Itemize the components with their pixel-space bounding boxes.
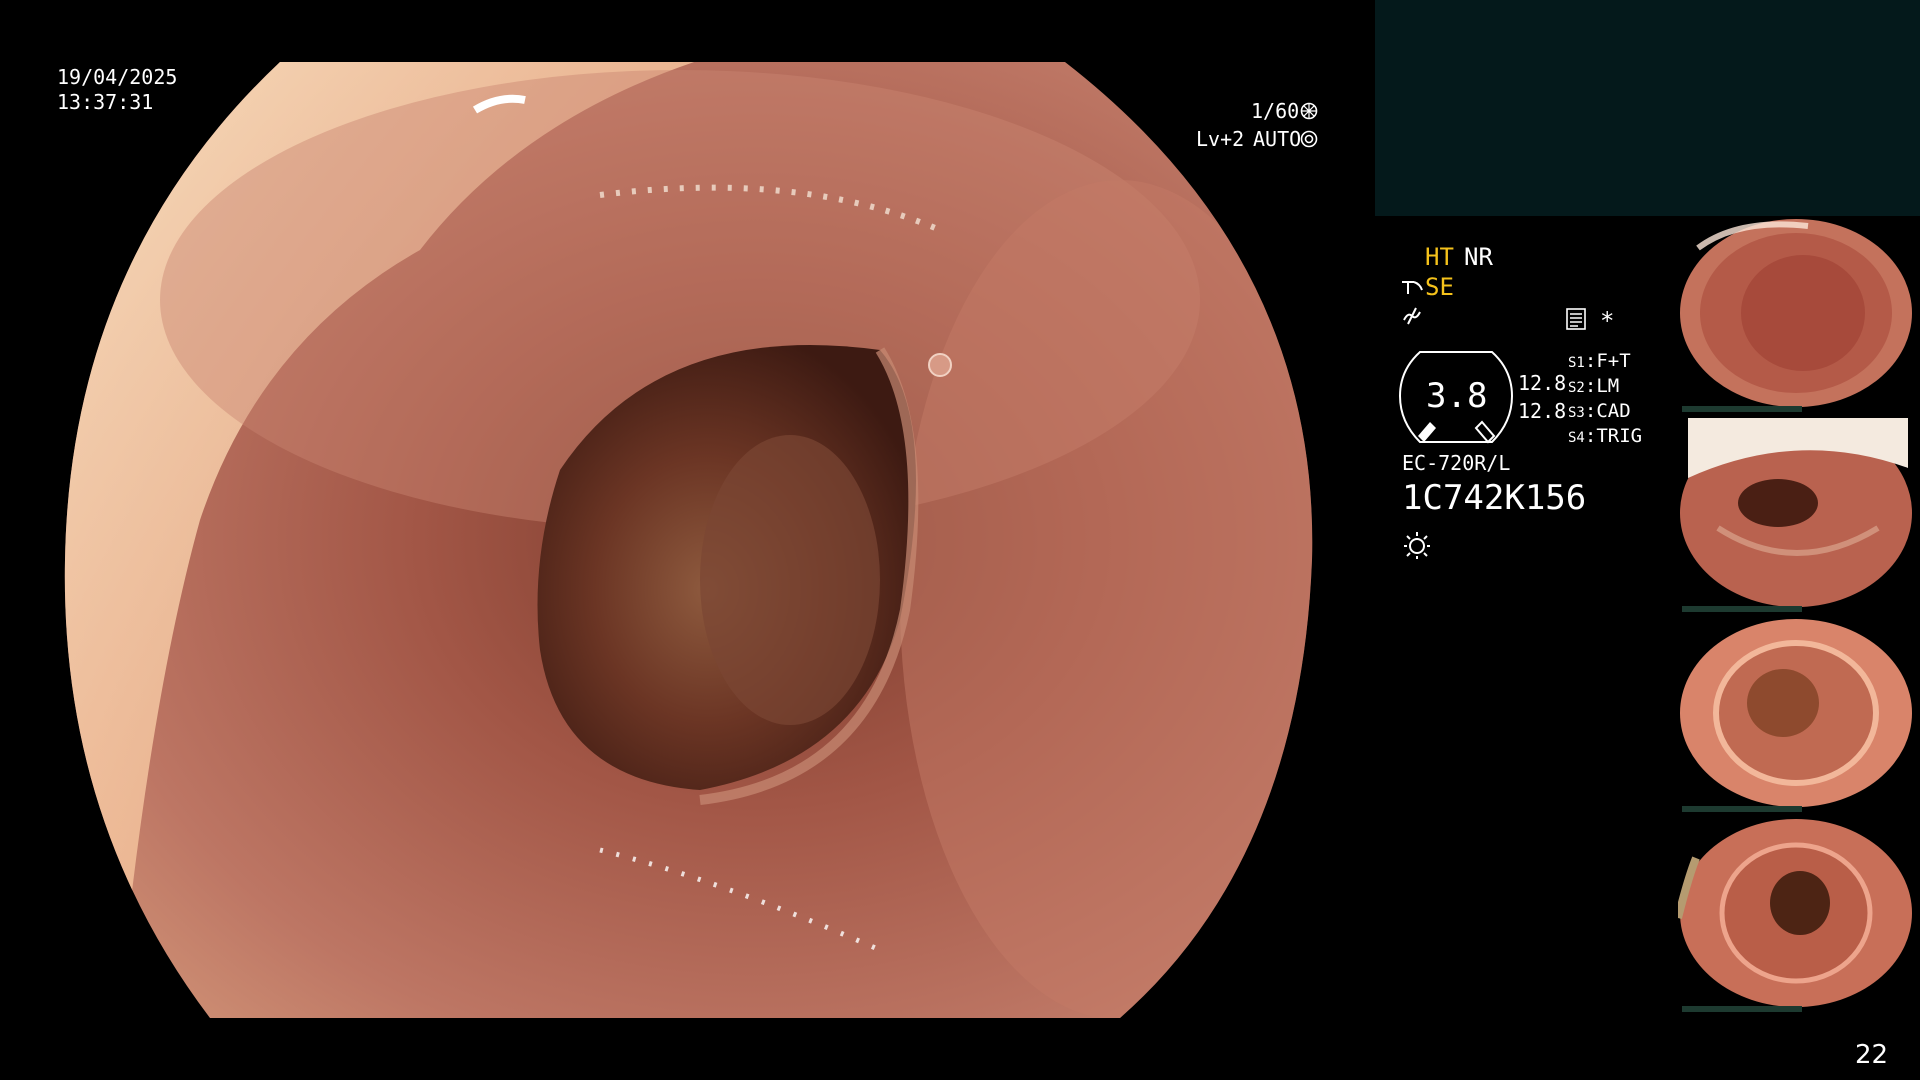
ht-label: HT (1425, 243, 1454, 271)
thumbnail-bar (1682, 406, 1802, 412)
asterisk-icon: * (1600, 307, 1615, 335)
thumbnail-image (1678, 819, 1912, 1007)
record-icon (1566, 308, 1586, 330)
thumbnail-bar (1682, 1006, 1802, 1012)
thumbnail-3[interactable] (1672, 616, 1920, 812)
thumbnail-4[interactable] (1672, 816, 1920, 1012)
time-label: 13:37:31 (57, 90, 154, 114)
light-icon (1404, 532, 1430, 559)
thumbnail-bar (1682, 606, 1802, 612)
iris-icon (1300, 130, 1318, 148)
thumbnail-2[interactable] (1672, 416, 1920, 612)
endoscope-image (64, 62, 1313, 1018)
page-number: 22 (1855, 1040, 1889, 1070)
switch-s3: S3:CAD (1568, 400, 1631, 422)
value-1: 12.8 (1518, 371, 1567, 395)
switch-s2: S2:LM (1568, 375, 1620, 397)
status-panel (1375, 0, 1920, 216)
thumbnail-image (1680, 619, 1912, 807)
thumbnail-image (1680, 219, 1912, 407)
thumbnail-image (1680, 418, 1912, 607)
thumbnail-bar (1682, 806, 1802, 812)
se-label: SE (1425, 273, 1454, 301)
switch-s4: S4:TRIG (1568, 425, 1643, 447)
switch-s1: S1:F+T (1568, 350, 1631, 372)
value-2: 12.8 (1518, 399, 1567, 423)
shutter-label: 1/60 (1251, 99, 1300, 123)
thumbnail-1[interactable] (1672, 216, 1920, 412)
zoom-value: 3.8 (1426, 376, 1488, 416)
shutter-icon (1300, 102, 1318, 120)
level-label: Lv+2 (1196, 127, 1245, 151)
nr-label: NR (1464, 243, 1493, 271)
waveform-icon (1403, 307, 1421, 325)
scope-model: EC-720R/L (1402, 451, 1511, 475)
scope-serial: 1C742K156 (1402, 478, 1587, 518)
date-label: 19/04/2025 (57, 65, 178, 89)
iris-label: AUTO (1253, 127, 1302, 151)
structure-enhance-icon (1402, 281, 1423, 294)
